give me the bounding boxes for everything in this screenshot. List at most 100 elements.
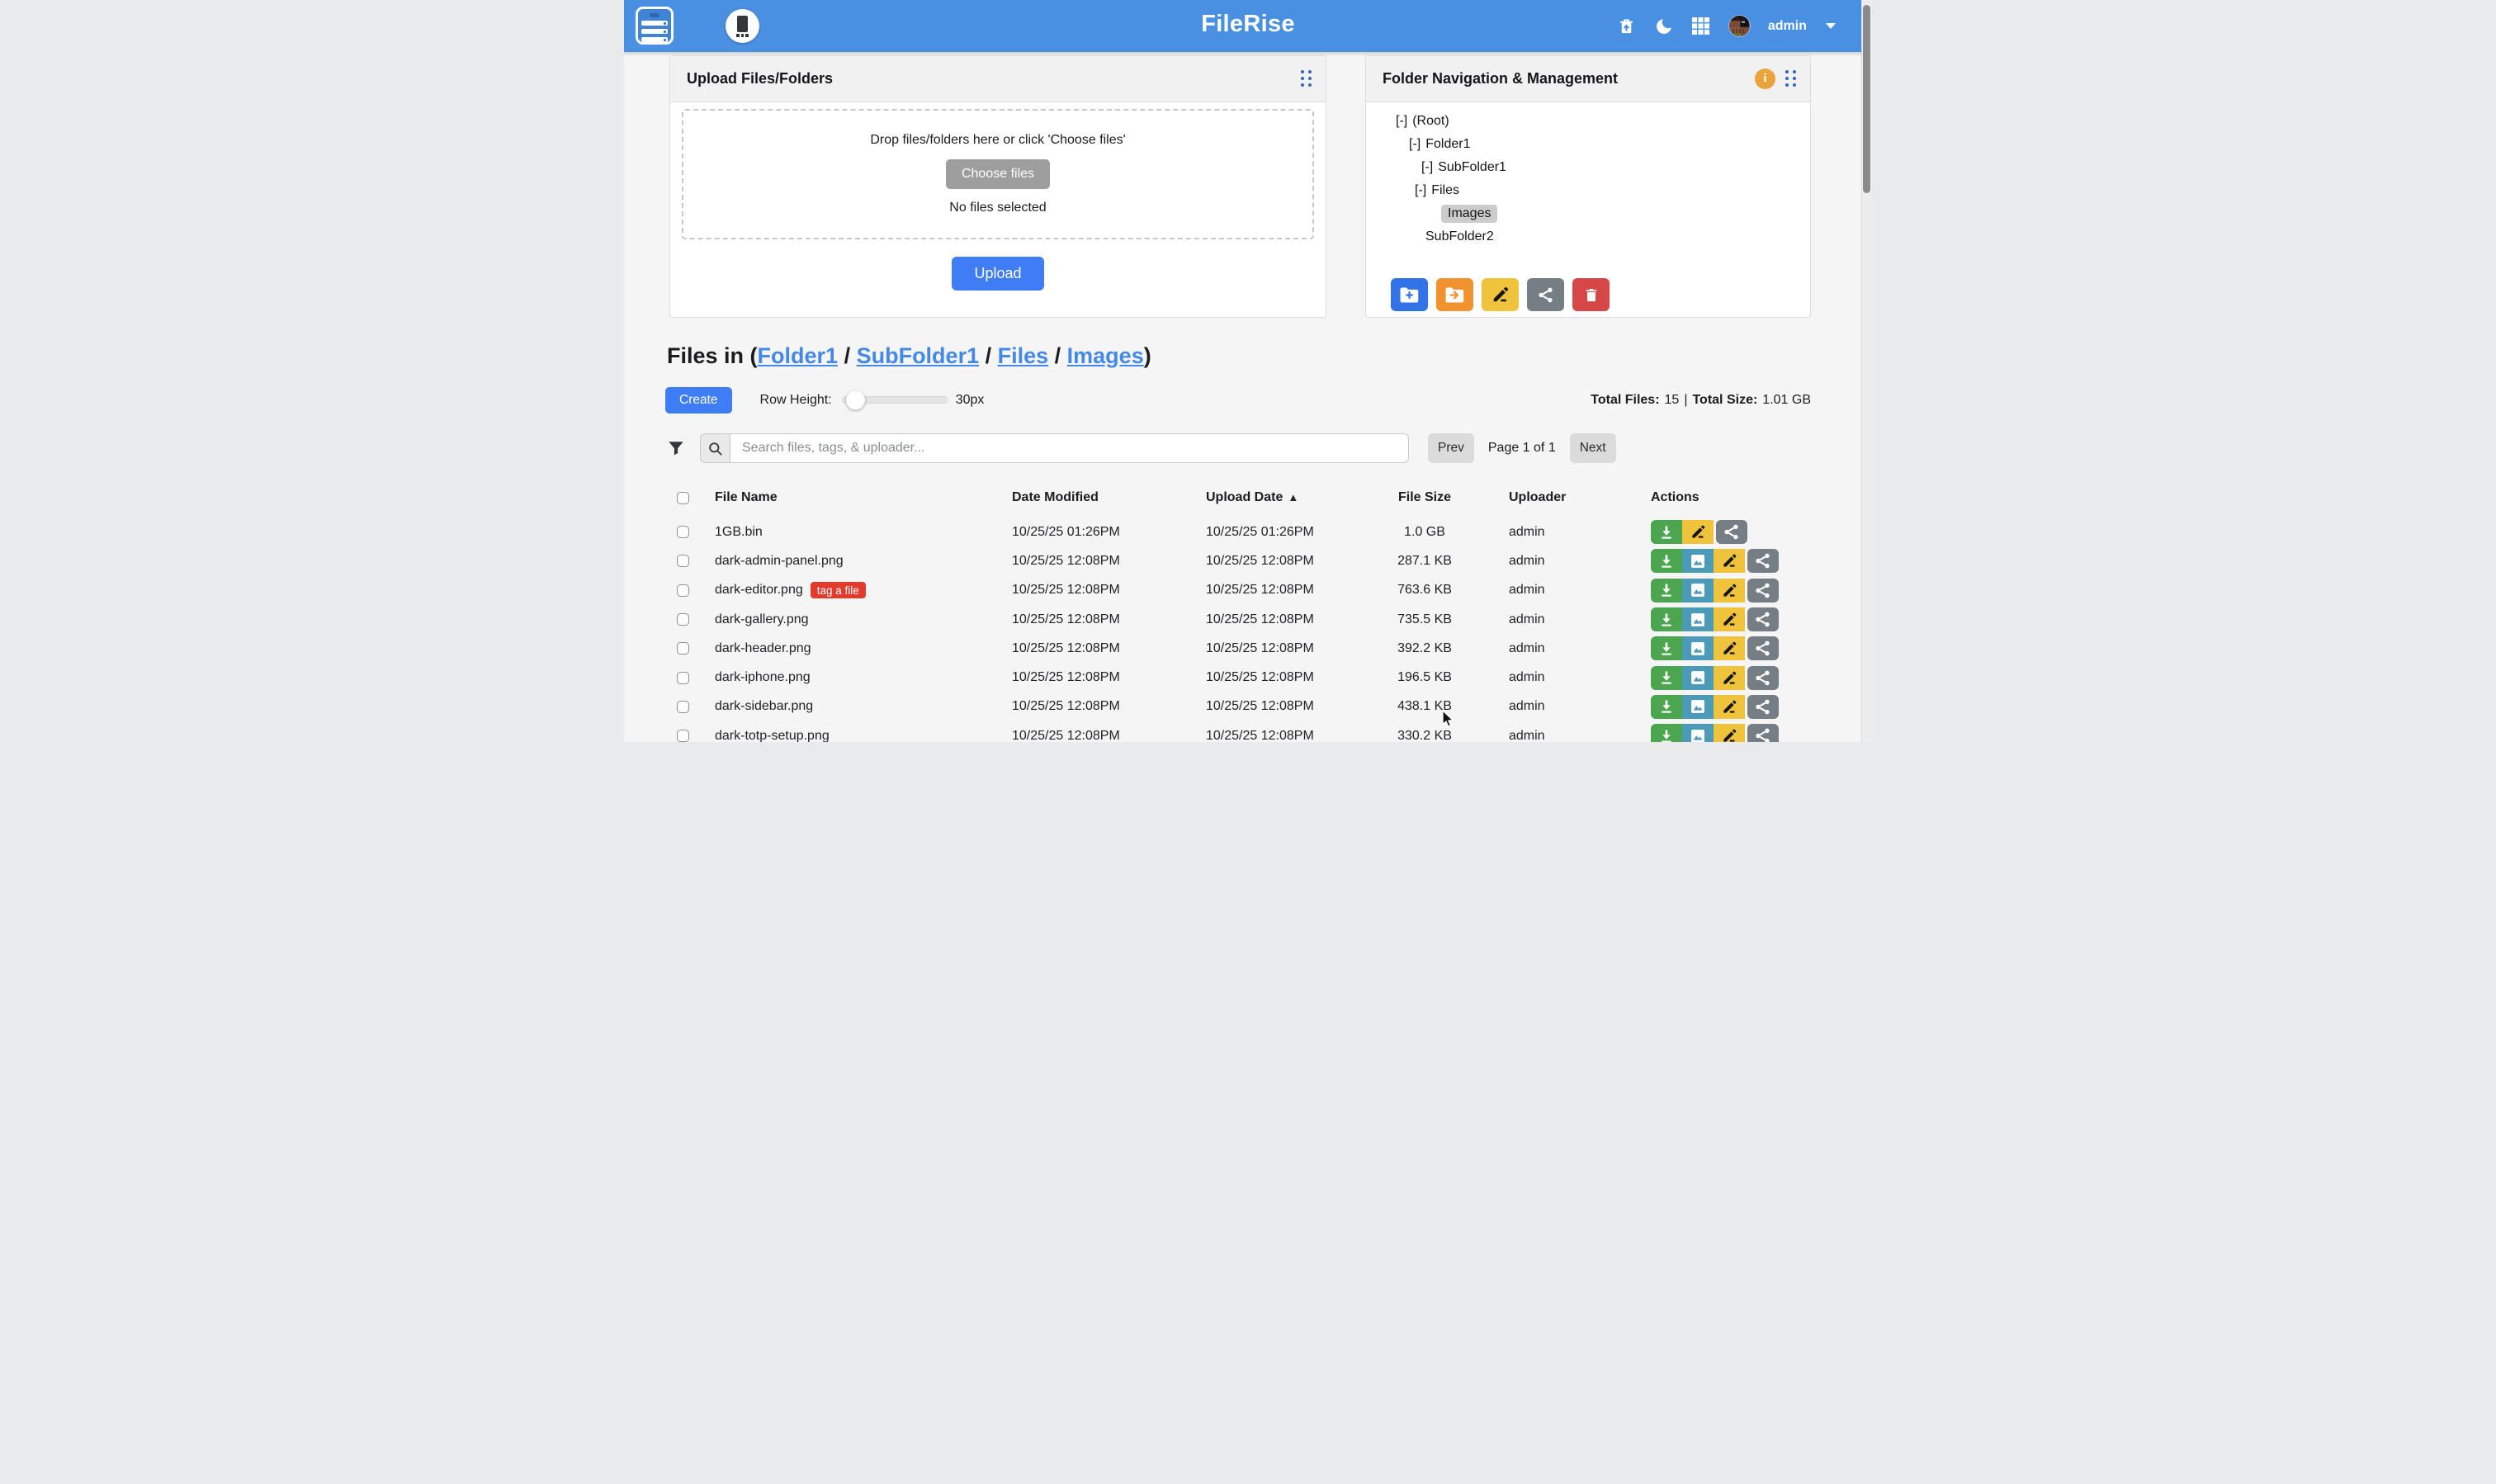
tree-collapse-toggle[interactable]: [-] bbox=[1415, 183, 1426, 198]
share-button[interactable] bbox=[1747, 607, 1779, 631]
rename-button[interactable] bbox=[1714, 607, 1745, 631]
upload-date: 10/25/25 12:08PM bbox=[1198, 641, 1392, 656]
apps-grid-icon[interactable] bbox=[1691, 17, 1711, 36]
rename-folder-button[interactable] bbox=[1482, 278, 1519, 311]
dark-mode-moon-icon[interactable] bbox=[1654, 17, 1674, 36]
drag-handle-icon[interactable] bbox=[1301, 70, 1312, 87]
row-checkbox[interactable] bbox=[677, 672, 689, 684]
tree-item-label[interactable]: SubFolder1 bbox=[1438, 160, 1506, 175]
download-button[interactable] bbox=[1651, 579, 1682, 603]
breadcrumb-link[interactable]: SubFolder1 bbox=[857, 343, 980, 368]
share-button[interactable] bbox=[1716, 520, 1747, 544]
breadcrumb-link[interactable]: Files bbox=[998, 343, 1049, 368]
download-button[interactable] bbox=[1651, 724, 1682, 742]
tree-item[interactable]: [-] SubFolder1 bbox=[1366, 156, 1810, 179]
preview-button[interactable] bbox=[1682, 636, 1714, 660]
tree-item-label[interactable]: Folder1 bbox=[1425, 137, 1470, 152]
rename-button[interactable] bbox=[1714, 666, 1745, 690]
move-folder-button[interactable] bbox=[1436, 278, 1473, 311]
upload-date: 10/25/25 12:08PM bbox=[1198, 670, 1392, 685]
tree-collapse-toggle[interactable]: [-] bbox=[1409, 137, 1421, 152]
download-button[interactable] bbox=[1651, 607, 1682, 631]
row-checkbox[interactable] bbox=[677, 613, 689, 626]
preview-button[interactable] bbox=[1682, 724, 1714, 742]
download-button[interactable] bbox=[1651, 520, 1682, 544]
preview-button[interactable] bbox=[1682, 579, 1714, 603]
preview-icon bbox=[1690, 582, 1706, 598]
share-folder-button[interactable] bbox=[1527, 278, 1564, 311]
rename-button[interactable] bbox=[1682, 520, 1714, 544]
row-checkbox[interactable] bbox=[677, 526, 689, 538]
download-button[interactable] bbox=[1651, 695, 1682, 719]
tree-item[interactable]: [-] (Root) bbox=[1366, 110, 1810, 133]
page-scrollbar[interactable] bbox=[1861, 0, 1872, 742]
tree-collapse-toggle[interactable]: [-] bbox=[1421, 160, 1433, 175]
row-actions bbox=[1651, 636, 1846, 660]
tree-collapse-toggle[interactable]: [-] bbox=[1396, 114, 1407, 129]
row-checkbox[interactable] bbox=[677, 584, 689, 597]
rename-button[interactable] bbox=[1714, 724, 1745, 742]
delete-folder-button[interactable] bbox=[1572, 278, 1610, 311]
caret-down-icon[interactable] bbox=[1826, 23, 1836, 29]
scrollbar-thumb[interactable] bbox=[1863, 5, 1870, 193]
search-input[interactable] bbox=[730, 433, 1409, 463]
preview-button[interactable] bbox=[1682, 607, 1714, 631]
tree-item[interactable]: SubFolder2 bbox=[1366, 225, 1810, 248]
share-button[interactable] bbox=[1747, 636, 1779, 660]
uploader: admin bbox=[1458, 699, 1624, 714]
info-icon[interactable]: i bbox=[1755, 69, 1775, 89]
share-button[interactable] bbox=[1747, 666, 1779, 690]
next-page-button[interactable]: Next bbox=[1570, 433, 1616, 463]
column-date-modified[interactable]: Date Modified bbox=[1004, 490, 1198, 505]
download-button[interactable] bbox=[1651, 549, 1682, 573]
slider-thumb[interactable] bbox=[846, 390, 865, 409]
rename-button[interactable] bbox=[1714, 695, 1745, 719]
row-height-slider[interactable] bbox=[842, 396, 948, 404]
share-button[interactable] bbox=[1747, 549, 1779, 573]
preview-button[interactable] bbox=[1682, 666, 1714, 690]
user-avatar[interactable] bbox=[1728, 15, 1751, 37]
tree-item-label[interactable]: Files bbox=[1431, 183, 1459, 198]
username-label[interactable]: admin bbox=[1768, 19, 1807, 34]
create-folder-button[interactable] bbox=[1391, 278, 1428, 311]
column-upload-date[interactable]: Upload Date▲ bbox=[1198, 490, 1392, 505]
preview-button[interactable] bbox=[1682, 695, 1714, 719]
rename-button[interactable] bbox=[1714, 549, 1745, 573]
choose-files-button[interactable]: Choose files bbox=[946, 159, 1050, 189]
create-button[interactable]: Create bbox=[665, 387, 732, 414]
preview-button[interactable] bbox=[1682, 549, 1714, 573]
column-file-name[interactable]: File Name bbox=[707, 490, 1004, 505]
column-file-size[interactable]: File Size bbox=[1392, 490, 1458, 505]
download-button[interactable] bbox=[1651, 636, 1682, 660]
row-checkbox[interactable] bbox=[677, 555, 689, 567]
tree-item-label[interactable]: (Root) bbox=[1412, 114, 1449, 129]
row-checkbox[interactable] bbox=[677, 701, 689, 713]
share-button[interactable] bbox=[1747, 695, 1779, 719]
row-checkbox[interactable] bbox=[677, 642, 689, 655]
select-all-checkbox[interactable] bbox=[677, 492, 689, 504]
rename-button[interactable] bbox=[1714, 579, 1745, 603]
tree-item[interactable]: [-] Files bbox=[1366, 179, 1810, 202]
upload-button[interactable]: Upload bbox=[952, 257, 1043, 291]
prev-page-button[interactable]: Prev bbox=[1428, 433, 1474, 463]
tree-item[interactable]: Images bbox=[1366, 202, 1810, 225]
tree-item-label[interactable]: SubFolder2 bbox=[1425, 229, 1494, 244]
total-size-value: 1.01 GB bbox=[1762, 393, 1811, 408]
breadcrumb-link[interactable]: Images bbox=[1067, 343, 1144, 368]
column-uploader[interactable]: Uploader bbox=[1458, 490, 1624, 505]
tree-item-label[interactable]: Images bbox=[1441, 205, 1497, 223]
rename-button[interactable] bbox=[1714, 636, 1745, 660]
drag-handle-icon[interactable] bbox=[1785, 70, 1797, 87]
filter-icon[interactable] bbox=[667, 439, 685, 457]
upload-dropzone[interactable]: Drop files/folders here or click 'Choose… bbox=[682, 109, 1314, 239]
row-checkbox[interactable] bbox=[677, 730, 689, 742]
tag-a-file-badge[interactable]: tag a file bbox=[811, 582, 866, 598]
file-size: 438.1 KB bbox=[1392, 699, 1458, 714]
breadcrumb-link[interactable]: Folder1 bbox=[758, 343, 839, 368]
share-button[interactable] bbox=[1747, 724, 1779, 742]
trash-restore-icon[interactable] bbox=[1617, 17, 1637, 36]
tree-item[interactable]: [-] Folder1 bbox=[1366, 133, 1810, 156]
share-button[interactable] bbox=[1747, 579, 1779, 603]
download-button[interactable] bbox=[1651, 666, 1682, 690]
breadcrumb-separator: / bbox=[838, 343, 857, 368]
